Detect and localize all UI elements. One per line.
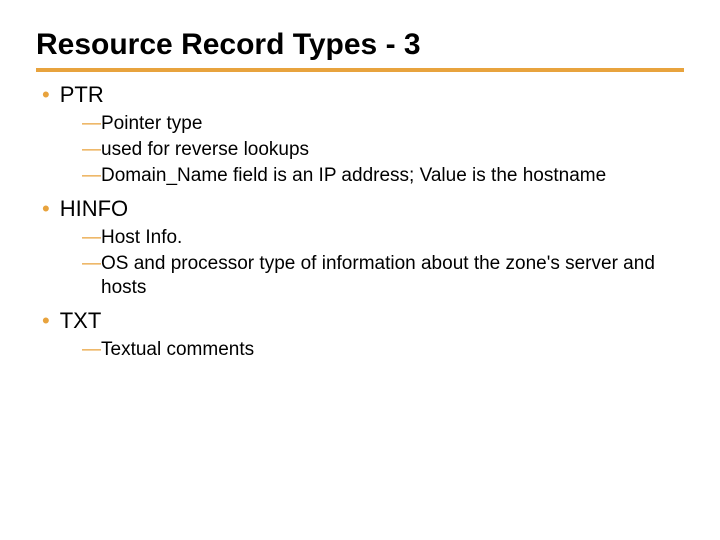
bullet-item-txt: • TXT bbox=[36, 308, 684, 334]
bullet-item-ptr: • PTR bbox=[36, 82, 684, 108]
sub-item: — Host Info. bbox=[36, 226, 684, 250]
dash-icon: — bbox=[82, 138, 101, 162]
bullet-dot-icon: • bbox=[42, 84, 50, 106]
sub-item: — used for reverse lookups bbox=[36, 138, 684, 162]
sub-item: — Domain_Name field is an IP address; Va… bbox=[36, 164, 684, 188]
sub-text: Pointer type bbox=[101, 112, 202, 136]
sub-text: Host Info. bbox=[101, 226, 182, 250]
sub-text: Textual comments bbox=[101, 338, 254, 362]
bullet-label: TXT bbox=[60, 308, 102, 334]
sub-item: — OS and processor type of information a… bbox=[36, 252, 684, 300]
bullet-label: PTR bbox=[60, 82, 104, 108]
bullet-dot-icon: • bbox=[42, 198, 50, 220]
dash-icon: — bbox=[82, 252, 101, 276]
bullet-label: HINFO bbox=[60, 196, 128, 222]
sub-text: used for reverse lookups bbox=[101, 138, 309, 162]
dash-icon: — bbox=[82, 112, 101, 136]
bullet-item-hinfo: • HINFO bbox=[36, 196, 684, 222]
dash-icon: — bbox=[82, 226, 101, 250]
slide-title: Resource Record Types - 3 bbox=[36, 28, 684, 72]
bullet-dot-icon: • bbox=[42, 310, 50, 332]
sub-item: — Pointer type bbox=[36, 112, 684, 136]
sub-item: — Textual comments bbox=[36, 338, 684, 362]
sub-text: Domain_Name field is an IP address; Valu… bbox=[101, 164, 606, 188]
sub-text: OS and processor type of information abo… bbox=[101, 252, 681, 300]
dash-icon: — bbox=[82, 164, 101, 188]
dash-icon: — bbox=[82, 338, 101, 362]
